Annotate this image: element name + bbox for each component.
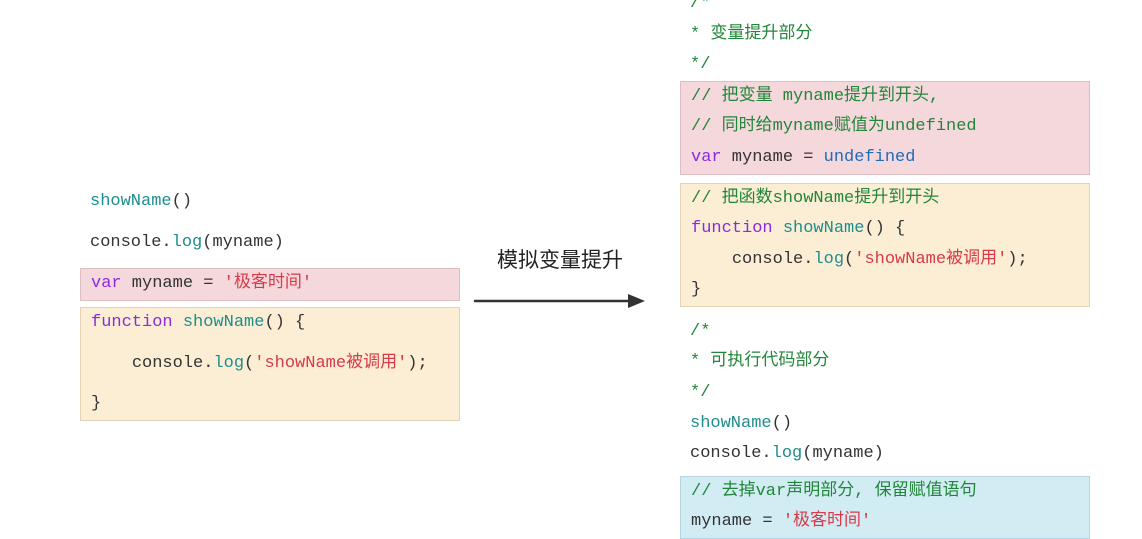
code-line-exec-call: showName()	[680, 409, 1090, 440]
assign-block: // 去掉var声明部分, 保留赋值语句 myname = '极客时间'	[680, 476, 1090, 539]
code-line-func-body: console.log('showName被调用');	[81, 349, 459, 380]
comment-block-exec: * 可执行代码部分	[680, 347, 1090, 378]
code-line-func-hoist: function showName() {	[681, 214, 1089, 245]
comment-line: // 同时给myname赋值为undefined	[681, 112, 1089, 143]
var-declaration-block: var myname = '极客时间'	[80, 268, 460, 301]
code-line-var: var myname = '极客时间'	[81, 269, 459, 300]
comment-line: // 把变量 myname提升到开头,	[681, 82, 1089, 113]
comment-block-hoist: */	[680, 50, 1090, 81]
arrow-label: 模拟变量提升	[497, 242, 623, 280]
code-line-var-hoist: var myname = undefined	[681, 143, 1089, 174]
hoisted-var-block: // 把变量 myname提升到开头, // 同时给myname赋值为undef…	[680, 81, 1090, 175]
code-line-exec-log: console.log(myname)	[680, 439, 1090, 470]
code-line-func-body: console.log('showName被调用');	[681, 245, 1089, 276]
code-line-console: console.log(myname)	[80, 228, 460, 259]
comment-block-hoist: /*	[680, 0, 1090, 20]
hoisted-code-panel: /* * 变量提升部分 */ // 把变量 myname提升到开头, // 同时…	[680, 0, 1090, 539]
comment-block-exec: */	[680, 378, 1090, 409]
code-line-func-decl: function showName() {	[81, 308, 459, 339]
comment-line: // 把函数showName提升到开头	[681, 184, 1089, 215]
code-line-call: showName()	[80, 187, 460, 218]
function-declaration-block: function showName() { console.log('showN…	[80, 307, 460, 421]
diagram-container: showName() console.log(myname) var mynam…	[0, 0, 1142, 528]
hoisted-func-block: // 把函数showName提升到开头 function showName() …	[680, 183, 1090, 307]
code-line-func-close: }	[81, 389, 459, 420]
code-line-func-close: }	[681, 275, 1089, 306]
code-line-assign: myname = '极客时间'	[681, 507, 1089, 538]
arrow-section: 模拟变量提升	[460, 242, 660, 316]
arrow-icon	[470, 286, 650, 316]
comment-line: // 去掉var声明部分, 保留赋值语句	[681, 477, 1089, 508]
comment-block-hoist: * 变量提升部分	[680, 20, 1090, 51]
original-code-panel: showName() console.log(myname) var mynam…	[80, 107, 460, 421]
comment-block-exec: /*	[680, 317, 1090, 348]
